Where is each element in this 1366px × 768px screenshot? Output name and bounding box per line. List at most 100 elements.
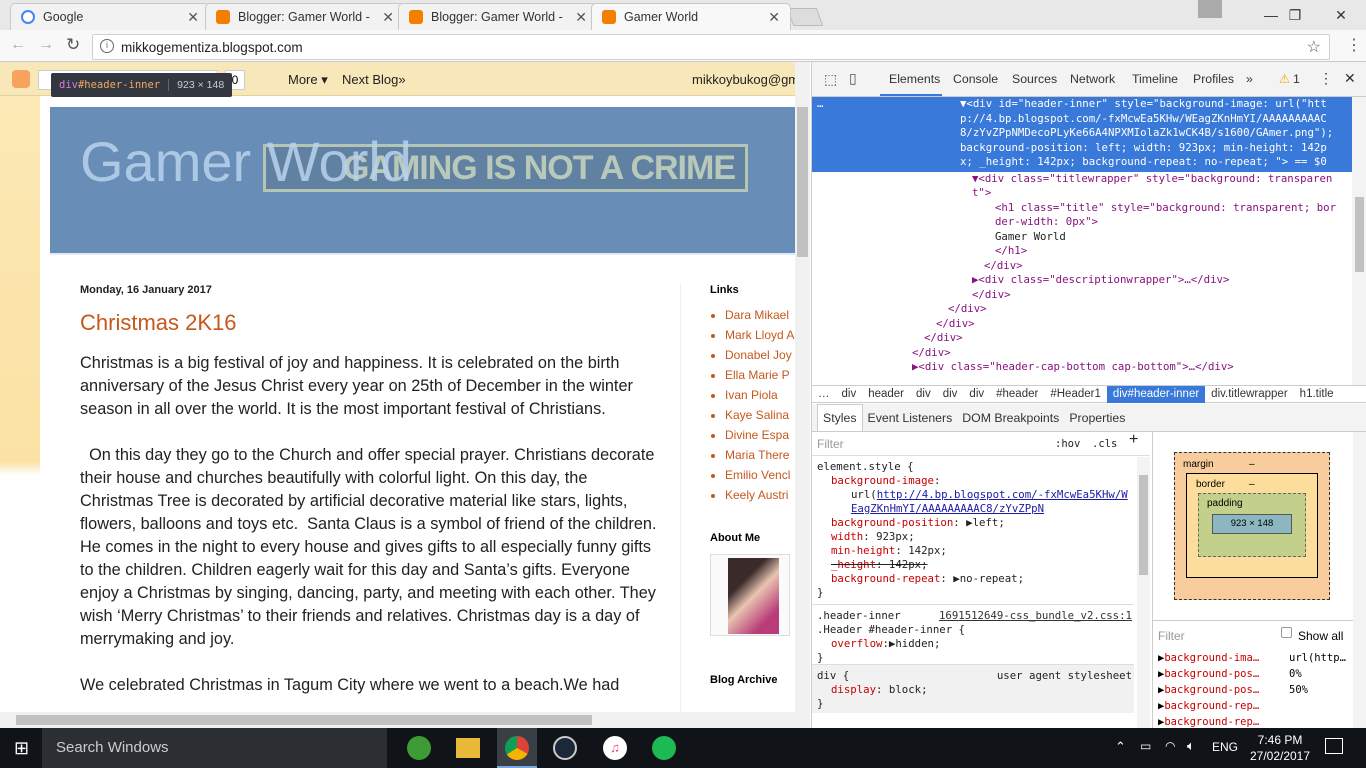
dom-node[interactable]: </div> <box>812 288 1352 303</box>
forward-icon[interactable]: → <box>38 36 54 54</box>
dom-node[interactable]: … ▼<div id="header-inner" style="backgrou… <box>812 97 1352 172</box>
tab-sources[interactable]: Sources <box>1012 72 1057 86</box>
breadcrumb-item[interactable]: div <box>963 386 990 403</box>
back-icon[interactable]: ← <box>10 36 26 54</box>
hov-toggle[interactable]: :hov <box>1055 437 1080 451</box>
tab-profiles[interactable]: Profiles <box>1193 72 1234 86</box>
sidebar-link[interactable]: Ivan Piola <box>725 388 795 402</box>
more-tabs-button[interactable]: » <box>1246 72 1253 86</box>
stylesheet-link[interactable]: 1691512649-css_bundle_v2.css:1 <box>939 609 1132 623</box>
dom-node[interactable]: </h1> <box>812 244 1352 259</box>
address-bar[interactable]: i mikkogementiza.blogspot.com ☆ <box>92 34 1330 60</box>
computed-property[interactable]: ▶background-pos… 50% <box>1153 682 1353 698</box>
sidebar-link[interactable]: Maria There <box>725 448 795 462</box>
new-tab-button[interactable] <box>786 8 824 26</box>
more-menu[interactable]: More ▾ <box>288 72 328 88</box>
dom-scrollbar[interactable] <box>1352 97 1366 385</box>
close-devtools-icon[interactable]: ✕ <box>1344 70 1356 87</box>
customize-menu-icon[interactable]: ⋮ <box>1319 70 1333 87</box>
scroll-thumb[interactable] <box>16 715 592 725</box>
device-toolbar-icon[interactable]: ▯ <box>849 70 857 87</box>
breadcrumb-item[interactable]: div <box>836 386 863 403</box>
breadcrumb-item[interactable]: div.titlewrapper <box>1205 386 1294 403</box>
profile-photo[interactable] <box>710 554 790 636</box>
steam-icon[interactable] <box>553 736 577 760</box>
profile-icon[interactable] <box>1198 0 1222 18</box>
warning-icon[interactable]: ⚠ <box>1279 72 1290 86</box>
scroll-thumb[interactable] <box>797 107 808 257</box>
tab-elements[interactable]: Elements <box>889 72 940 86</box>
tab-styles[interactable]: Styles <box>817 404 863 431</box>
inspect-element-icon[interactable]: ⬚ <box>824 71 837 88</box>
next-blog-link[interactable]: Next Blog» <box>342 72 406 87</box>
sidebar-link[interactable]: Mark Lloyd A <box>725 328 795 342</box>
windows-start-icon[interactable]: ⊞ <box>14 738 29 759</box>
sidebar-link[interactable]: Dara Mikael <box>725 308 795 322</box>
user-email[interactable]: mikkoybukog@gmail.com <box>692 72 795 87</box>
computed-property[interactable]: ▶background-rep… <box>1153 698 1353 714</box>
breadcrumb-item[interactable]: #header <box>990 386 1044 403</box>
breadcrumb-item[interactable]: div <box>937 386 964 403</box>
menu-icon[interactable]: ⋮ <box>1346 35 1362 55</box>
scroll-thumb[interactable] <box>1355 197 1364 272</box>
breadcrumb-item[interactable]: … <box>812 386 836 403</box>
sidebar-link[interactable]: Kaye Salina <box>725 408 795 422</box>
page-horizontal-scrollbar[interactable] <box>0 712 810 728</box>
styles-scrollbar[interactable] <box>1137 457 1150 728</box>
maximize-button[interactable]: ❐ <box>1272 0 1318 30</box>
breadcrumb-item[interactable]: h1.title <box>1294 386 1340 403</box>
dom-node[interactable]: </div> <box>812 331 1352 346</box>
tab-blogger-2[interactable]: Blogger: Gamer World - ✕ <box>398 3 598 30</box>
dom-node[interactable]: </div> <box>812 259 1352 274</box>
warning-count[interactable]: 1 <box>1293 72 1300 86</box>
page-vertical-scrollbar[interactable] <box>795 62 810 712</box>
dom-node[interactable]: </div> <box>812 317 1352 332</box>
bg-image-link[interactable]: http://4.bp.blogspot.com/-fxMcwEa5KHw/WE… <box>851 488 1128 515</box>
dom-ellipsis[interactable]: … <box>817 97 823 112</box>
itunes-icon[interactable]: ♫ <box>603 736 627 760</box>
computed-scrollbar[interactable] <box>1353 432 1366 728</box>
spotify-icon[interactable] <box>652 736 676 760</box>
dom-node[interactable]: ▶<div class="descriptionwrapper">…</div> <box>812 273 1352 288</box>
dom-node[interactable]: <h1 class="title" style="background: tra… <box>812 201 1352 230</box>
sidebar-link[interactable]: Donabel Joy <box>725 348 795 362</box>
clock[interactable]: 7:46 PM 27/02/2017 <box>1245 732 1315 764</box>
dom-node[interactable]: ▼<div class="titlewrapper" style="backgr… <box>812 172 1352 201</box>
sidebar-link[interactable]: Keely Austri <box>725 488 795 502</box>
info-icon[interactable]: i <box>100 39 114 53</box>
blogger-logo-icon[interactable] <box>12 70 30 88</box>
dom-node[interactable]: Gamer World <box>812 230 1352 245</box>
computed-property[interactable]: ▶background-ima… url(http… <box>1153 650 1353 666</box>
tab-event-listeners[interactable]: Event Listeners <box>863 405 958 431</box>
show-all-checkbox[interactable] <box>1281 627 1292 638</box>
tab-console[interactable]: Console <box>953 72 998 86</box>
bookmark-star-icon[interactable]: ☆ <box>1307 37 1321 57</box>
show-hidden-icons[interactable]: ⌃ <box>1115 739 1126 755</box>
wifi-icon[interactable]: ◠ <box>1165 739 1175 753</box>
tab-timeline[interactable]: Timeline <box>1132 72 1178 86</box>
close-window-button[interactable]: ✕ <box>1318 0 1364 30</box>
breadcrumb-item[interactable]: div#header-inner <box>1106 385 1206 403</box>
reload-icon[interactable]: ↻ <box>66 35 80 55</box>
tab-google[interactable]: Google ✕ <box>10 3 210 30</box>
breadcrumb-item[interactable]: header <box>862 386 910 403</box>
scroll-thumb[interactable] <box>1139 475 1148 575</box>
close-tab-icon[interactable]: ✕ <box>382 9 394 26</box>
dom-node[interactable]: ▶<div class="header-cap-bottom cap-botto… <box>812 360 1352 375</box>
dom-node[interactable]: </div> <box>812 302 1352 317</box>
tab-properties[interactable]: Properties <box>1064 405 1130 431</box>
close-tab-icon[interactable]: ✕ <box>575 9 587 26</box>
breadcrumb-item[interactable]: div <box>910 386 937 403</box>
tab-blogger-1[interactable]: Blogger: Gamer World - ✕ <box>205 3 405 30</box>
language-indicator[interactable]: ENG <box>1212 740 1238 754</box>
battery-icon[interactable]: ▭ <box>1140 739 1151 753</box>
utorrent-icon[interactable] <box>407 736 431 760</box>
close-tab-icon[interactable]: ✕ <box>187 9 199 26</box>
chrome-taskbar-button[interactable] <box>497 728 537 768</box>
sidebar-link[interactable]: Ella Marie P <box>725 368 795 382</box>
cls-toggle[interactable]: .cls <box>1092 437 1117 451</box>
sidebar-link[interactable]: Divine Espa <box>725 428 795 442</box>
computed-property[interactable]: ▶background-pos… 0% <box>1153 666 1353 682</box>
volume-icon[interactable]: 🔈︎ <box>1187 738 1195 754</box>
computed-filter-input[interactable]: Filter <box>1158 629 1185 643</box>
